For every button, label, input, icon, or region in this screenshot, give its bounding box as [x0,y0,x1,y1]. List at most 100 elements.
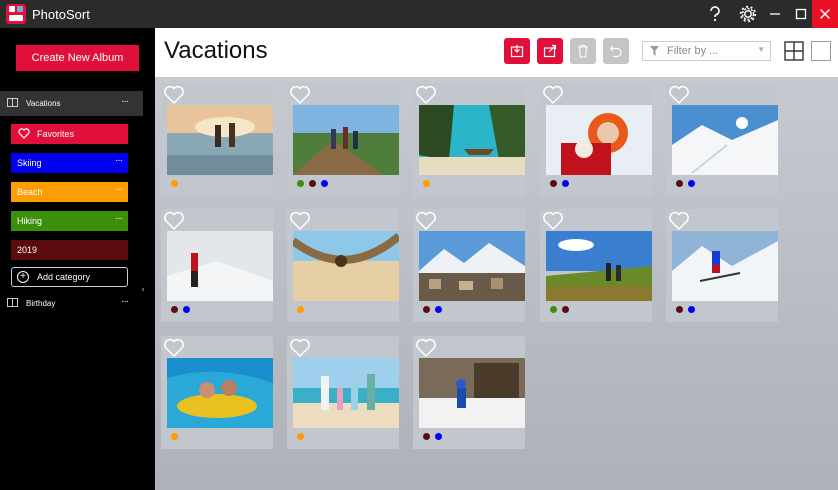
close-button[interactable] [812,0,838,28]
tag-2019 [676,180,683,187]
album-label: Birthday [26,299,56,308]
single-view-button[interactable] [811,41,831,61]
album-item-birthday[interactable]: Birthday ··· [0,291,143,316]
tag-dots [550,180,569,187]
tag-dots [423,306,442,313]
delete-button[interactable] [570,38,596,64]
minimize-button[interactable] [762,0,788,28]
photo-thumbnail[interactable] [293,231,399,301]
export-button[interactable] [537,38,563,64]
tag-hiking [550,306,557,313]
photo-card[interactable] [413,209,525,322]
category-favorites[interactable]: Favorites [11,124,128,144]
photo-card[interactable] [540,209,652,322]
photo-thumbnail[interactable] [419,358,525,428]
tag-skiing [688,306,695,313]
photo-thumbnail[interactable] [419,105,525,175]
help-icon[interactable] [702,0,728,28]
maximize-button[interactable] [788,0,814,28]
tag-beach [297,433,304,440]
tag-2019 [423,306,430,313]
photo-card[interactable] [666,209,778,322]
sidebar: Create New Album Vacations ··· Favorites… [0,28,155,490]
settings-gear-icon[interactable] [735,0,761,28]
tag-2019 [423,433,430,440]
photo-thumbnail[interactable] [672,105,778,175]
category-2019[interactable]: 2019 [11,240,128,260]
tag-dots [297,306,304,313]
photo-thumbnail[interactable] [293,358,399,428]
tag-2019 [676,306,683,313]
title-bar: PhotoSort [0,0,838,28]
photo-thumbnail[interactable] [293,105,399,175]
album-book-icon [7,98,18,107]
undo-button[interactable] [603,38,629,64]
photo-card[interactable] [413,83,525,196]
heart-icon [18,128,30,141]
category-label: 2019 [17,245,38,255]
photo-thumbnail[interactable] [167,105,273,175]
app-title: PhotoSort [32,7,90,22]
album-label: Vacations [26,99,61,108]
photo-thumbnail[interactable] [546,105,652,175]
tag-dots [171,180,178,187]
tag-2019 [550,180,557,187]
photo-card[interactable] [161,83,273,196]
import-button[interactable] [504,38,530,64]
category-skiing[interactable]: Skiing ··· [11,153,128,173]
plus-icon: + [17,271,29,283]
photo-thumbnail[interactable] [167,231,273,301]
category-label: Beach [17,187,43,197]
album-item-vacations[interactable]: Vacations ··· [0,91,143,116]
category-label: Hiking [17,216,43,226]
photo-card[interactable] [287,336,399,449]
page-title: Vacations [164,37,268,64]
filter-placeholder: Filter by ... [667,45,719,57]
category-menu-button[interactable]: ··· [115,213,123,224]
album-menu-button[interactable]: ··· [121,296,129,307]
category-menu-button[interactable]: ··· [115,184,123,195]
tag-skiing [183,306,190,313]
tag-beach [171,180,178,187]
photo-card[interactable] [666,83,778,196]
grid-view-button[interactable] [784,41,804,61]
undo-icon [609,45,622,58]
tag-2019 [171,306,178,313]
tag-beach [297,306,304,313]
tag-skiing [435,433,442,440]
main-header: Vacations Filter by ... ▼ [155,28,838,77]
photo-card[interactable] [287,83,399,196]
add-category-button[interactable]: + Add category [11,267,128,287]
category-label: Skiing [17,158,42,168]
photo-thumbnail[interactable] [167,358,273,428]
tag-2019 [309,180,316,187]
tag-skiing [321,180,328,187]
tag-dots [676,180,695,187]
tag-skiing [688,180,695,187]
filter-dropdown[interactable]: Filter by ... ▼ [642,41,771,61]
album-book-icon [7,298,18,307]
app-logo-icon [6,4,26,24]
chevron-down-icon: ▼ [757,45,765,54]
main-area: Vacations Filter by ... ▼ [155,28,838,490]
grid-icon [784,41,804,61]
album-menu-button[interactable]: ··· [121,96,129,107]
photo-card[interactable] [540,83,652,196]
photo-card[interactable] [161,209,273,322]
photo-thumbnail[interactable] [419,231,525,301]
trash-icon [578,44,588,58]
photo-card[interactable] [413,336,525,449]
tag-dots [171,433,178,440]
category-label: Favorites [37,129,75,139]
category-menu-button[interactable]: ··· [115,155,123,166]
tag-dots [171,306,190,313]
category-beach[interactable]: Beach ··· [11,182,128,202]
create-new-album-button[interactable]: Create New Album [16,45,139,71]
photo-thumbnail[interactable] [672,231,778,301]
photo-card[interactable] [161,336,273,449]
tag-beach [171,433,178,440]
photo-thumbnail[interactable] [546,231,652,301]
export-icon [543,44,557,58]
category-hiking[interactable]: Hiking ··· [11,211,128,231]
photo-card[interactable] [287,209,399,322]
